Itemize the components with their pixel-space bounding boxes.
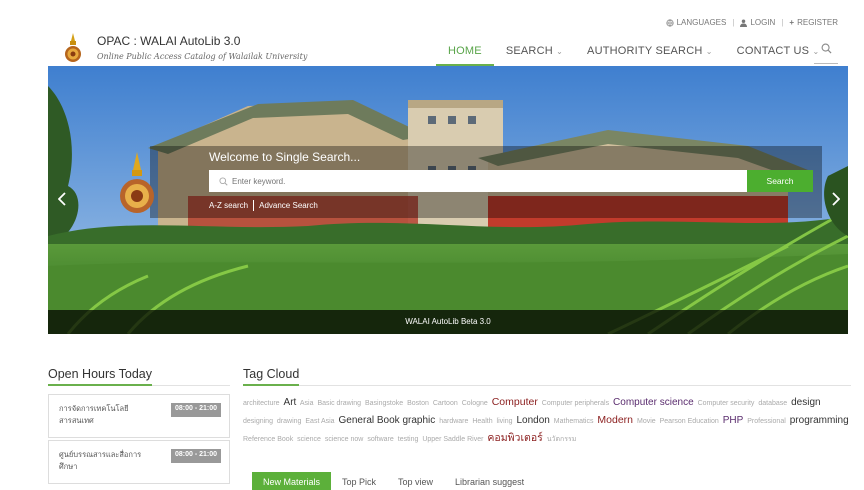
tag-link[interactable]: Mathematics (554, 418, 594, 425)
tag-link[interactable]: hardware (439, 418, 468, 425)
tag-cloud: architecture Art Asia Basic drawing Basi… (243, 394, 851, 448)
tag-link[interactable]: architecture (243, 400, 280, 407)
tag-link[interactable]: คอมพิวเตอร์ (487, 432, 542, 444)
library-name: การจัดการเทคโนโลยีสารสนเทศ (59, 404, 129, 425)
slider-next-button[interactable] (826, 184, 846, 214)
tag-link[interactable]: Professional (747, 418, 786, 425)
tag-link[interactable]: Art (284, 397, 297, 408)
chevron-left-icon (58, 192, 66, 206)
tag-link[interactable]: East Asia (305, 418, 334, 425)
tab-top-view[interactable]: Top view (387, 472, 444, 490)
library-name: ศูนย์บรรณสารและสื่อการศึกษา (59, 450, 142, 471)
globe-icon (665, 18, 674, 27)
nav-authority-label: AUTHORITY SEARCH (587, 45, 703, 57)
divider (243, 385, 851, 386)
hero-caption: WALAI AutoLib Beta 3.0 (48, 310, 848, 334)
user-icon (740, 19, 748, 27)
tag-link[interactable]: Reference Book (243, 436, 293, 443)
tag-link[interactable]: living (497, 418, 513, 425)
nav-search-toggle[interactable] (814, 38, 838, 64)
tag-link[interactable]: Computer peripherals (542, 400, 609, 407)
tag-link[interactable]: Computer science (613, 397, 694, 408)
tab-new-materials[interactable]: New Materials (252, 472, 332, 490)
register-link[interactable]: + REGISTER (789, 18, 838, 27)
materials-tabs: New Materials Top Pick Top view Libraria… (252, 472, 535, 490)
separator: | (732, 18, 735, 27)
tag-link[interactable]: designing (243, 418, 273, 425)
nav-home-label: HOME (448, 45, 482, 57)
tag-link[interactable]: programming (790, 415, 849, 426)
keyword-search-box (209, 170, 747, 192)
search-button[interactable]: Search (747, 170, 813, 192)
tag-link[interactable]: Basingstoke (365, 400, 403, 407)
tag-link[interactable]: Computer security (698, 400, 755, 407)
separator: | (781, 18, 784, 27)
login-label: LOGIN (750, 18, 776, 27)
divider (253, 200, 255, 211)
register-label: REGISTER (797, 18, 838, 27)
tag-link[interactable]: database (758, 400, 787, 407)
tag-link[interactable]: Boston (407, 400, 429, 407)
nav-search[interactable]: SEARCH ⌄ (494, 38, 575, 66)
keyword-search-input[interactable] (232, 176, 712, 186)
tag-link[interactable]: science now (325, 436, 364, 443)
tag-link[interactable]: testing (398, 436, 419, 443)
login-link[interactable]: LOGIN (740, 18, 775, 27)
tag-link[interactable]: Modern (597, 414, 633, 426)
tag-link[interactable]: Computer (492, 396, 538, 408)
search-icon (219, 176, 228, 186)
tag-link[interactable]: Health (472, 418, 492, 425)
university-logo[interactable] (62, 33, 84, 63)
tag-link[interactable]: London (516, 415, 549, 426)
list-item[interactable]: การจัดการเทคโนโลยีสารสนเทศ 08:00 - 21:00 (48, 394, 230, 438)
chevron-right-icon (832, 192, 840, 206)
chevron-down-icon: ⌄ (705, 47, 713, 56)
plus-icon: + (789, 18, 795, 27)
brand-subtitle: Online Public Access Catalog of Walailak… (97, 52, 308, 61)
list-item[interactable]: ศูนย์บรรณสารและสื่อการศึกษา 08:00 - 21:0… (48, 440, 230, 484)
welcome-heading: Welcome to Single Search... (209, 150, 361, 164)
tag-link[interactable]: General Book graphic (339, 415, 436, 426)
languages-label: LANGUAGES (676, 18, 727, 27)
tag-link[interactable]: software (367, 436, 393, 443)
tag-link[interactable]: drawing (277, 418, 302, 425)
main-nav: HOME SEARCH ⌄ AUTHORITY SEARCH ⌄ CONTACT… (436, 38, 831, 66)
nav-home[interactable]: HOME (436, 38, 494, 66)
hours-badge: 08:00 - 21:00 (170, 403, 221, 417)
tag-link[interactable]: science (297, 436, 321, 443)
university-seal (120, 152, 154, 213)
open-hours-list: การจัดการเทคโนโลยีสารสนเทศ 08:00 - 21:00… (48, 394, 230, 486)
tag-link[interactable]: นวัตกรรม (547, 436, 577, 443)
tag-link[interactable]: Basic drawing (317, 400, 361, 407)
nav-search-label: SEARCH (505, 45, 553, 57)
tag-link[interactable]: Asia (300, 400, 314, 407)
search-mode-links: A-Z search Advance Search (209, 200, 318, 211)
tag-link[interactable]: design (791, 397, 820, 408)
languages-link[interactable]: LANGUAGES (665, 18, 727, 27)
open-hours-title: Open Hours Today (48, 367, 152, 386)
tag-link[interactable]: Cologne (462, 400, 488, 407)
hero-banner: WALAI AutoLib Beta 3.0 (48, 66, 848, 334)
tag-link[interactable]: PHP (723, 415, 744, 426)
nav-authority-search[interactable]: AUTHORITY SEARCH ⌄ (575, 38, 725, 66)
search-icon (821, 43, 832, 54)
brand-title: OPAC : WALAI AutoLib 3.0 (97, 34, 241, 48)
tag-link[interactable]: Upper Saddle River (422, 436, 483, 443)
az-search-link[interactable]: A-Z search (209, 201, 248, 210)
tab-top-pick[interactable]: Top Pick (331, 472, 387, 490)
hours-badge: 08:00 - 21:00 (170, 449, 221, 463)
tag-link[interactable]: Cartoon (433, 400, 458, 407)
nav-contact-label: CONTACT US (736, 45, 810, 57)
advance-search-link[interactable]: Advance Search (259, 201, 318, 210)
top-utility-bar: LANGUAGES | LOGIN | + REGISTER (665, 18, 838, 27)
tab-librarian-suggest[interactable]: Librarian suggest (444, 472, 535, 490)
slider-prev-button[interactable] (52, 184, 72, 214)
tag-cloud-title: Tag Cloud (243, 367, 300, 386)
tag-link[interactable]: Pearson Education (660, 418, 719, 425)
tag-link[interactable]: Movie (637, 418, 656, 425)
chevron-down-icon: ⌄ (556, 47, 564, 56)
